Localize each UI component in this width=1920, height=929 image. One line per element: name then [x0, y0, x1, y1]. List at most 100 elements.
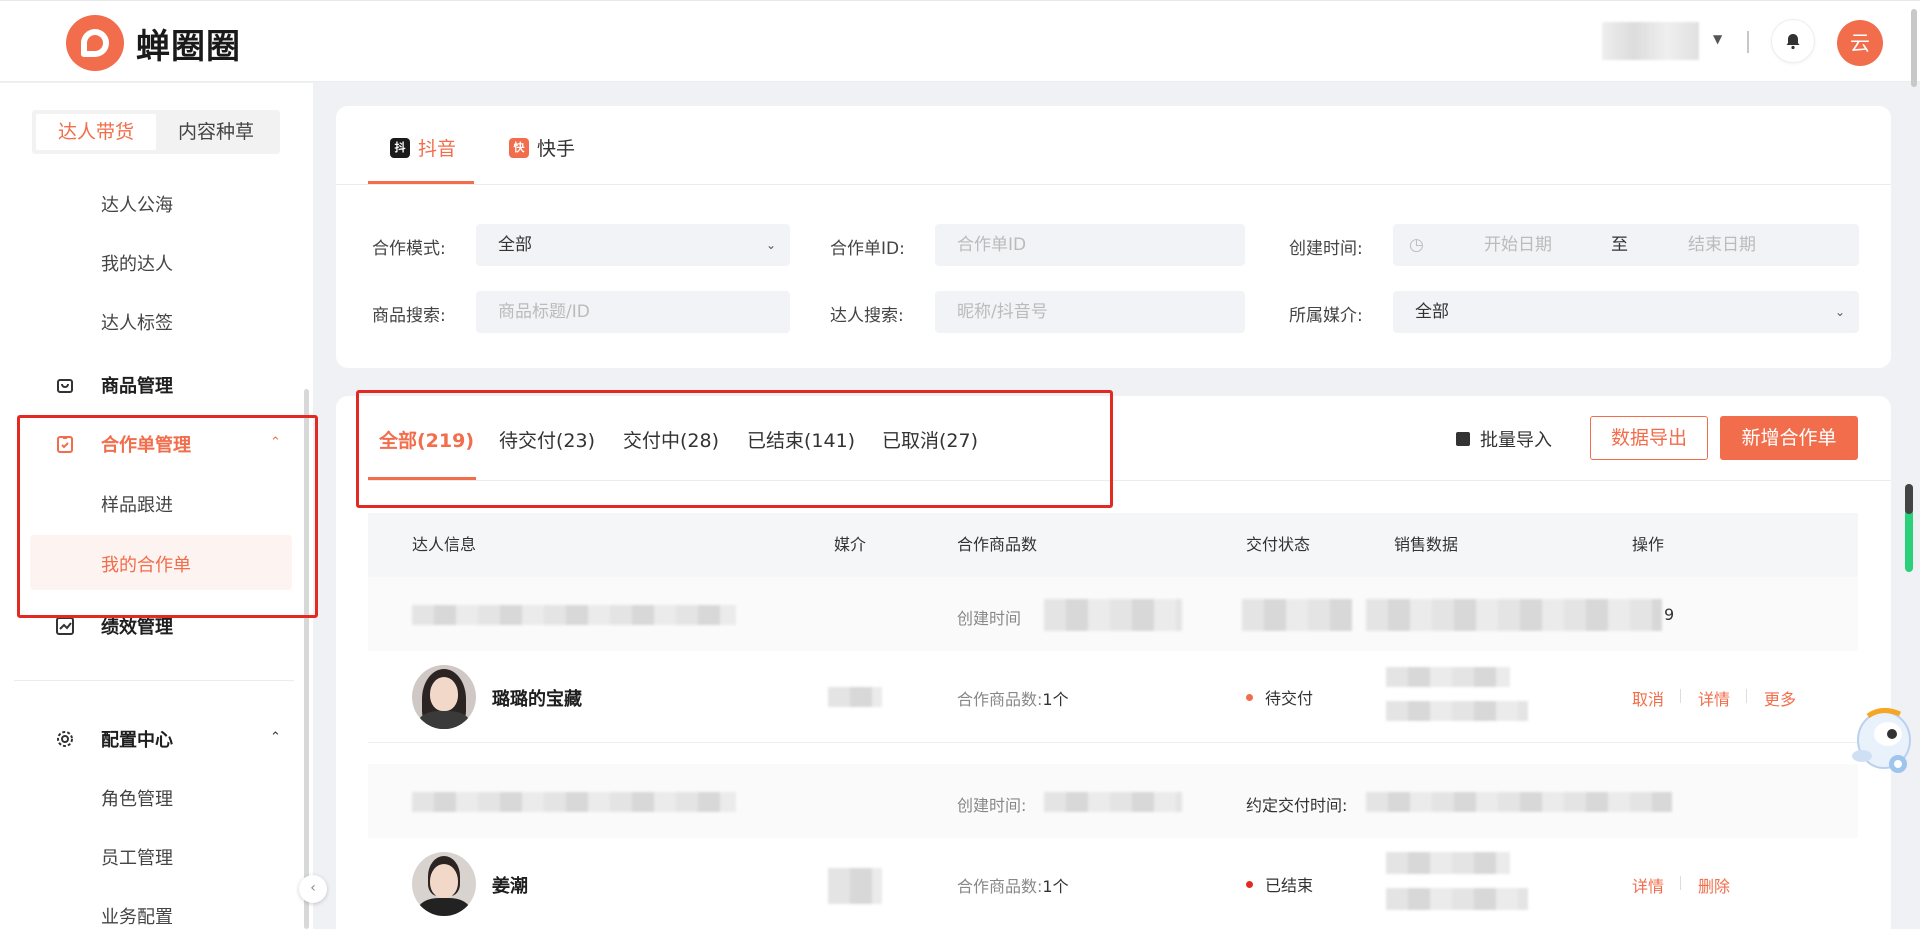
table-header: 达人信息 媒介 合作商品数 交付状态 销售数据 操作 — [368, 513, 1858, 577]
sales-blurred — [1386, 667, 1510, 687]
user-avatar[interactable]: 云 — [1837, 20, 1883, 66]
bag-icon — [55, 375, 75, 395]
product-count-value: 1个 — [1042, 877, 1069, 896]
header-divider — [1747, 31, 1749, 53]
media-select[interactable]: 全部 ⌄ — [1393, 291, 1859, 333]
detail-link[interactable]: 详情 — [1632, 873, 1664, 897]
segment-talent-sales[interactable]: 达人带货 — [36, 114, 156, 150]
product-search-label: 商品搜索: — [372, 306, 446, 326]
status-badge: 待交付 — [1246, 685, 1313, 709]
product-search-input[interactable]: 商品标题/ID — [476, 291, 790, 333]
sidebar-divider — [14, 680, 294, 681]
media-blurred — [828, 687, 882, 707]
order-group-header: 创建时间 9 — [368, 577, 1858, 651]
notification-bell-icon[interactable] — [1771, 19, 1815, 63]
action-separator — [1746, 689, 1747, 703]
sidebar-item-staff[interactable]: 员工管理 — [101, 844, 173, 870]
assistant-mascot-icon[interactable] — [1848, 706, 1916, 784]
user-name-blurred[interactable] — [1602, 22, 1699, 60]
media-value: 全部 — [1415, 302, 1449, 322]
media-label: 所属媒介: — [1289, 306, 1363, 326]
chevron-down-icon: ⌄ — [765, 238, 776, 252]
cancel-link[interactable]: 取消 — [1632, 686, 1664, 710]
deadline-label: 约定交付时间: — [1246, 796, 1348, 815]
delete-link[interactable]: 删除 — [1698, 873, 1730, 897]
action-separator — [1680, 876, 1681, 890]
page-scrollbar[interactable] — [1911, 9, 1917, 87]
deadline-value-blurred — [1366, 599, 1662, 631]
date-range-picker[interactable]: ◷ 开始日期 至 结束日期 — [1393, 224, 1859, 266]
deadline-value-blurred — [1366, 792, 1672, 812]
mode-segment: 达人带货 内容种草 — [32, 110, 280, 154]
tab-douyin[interactable]: 抖 抖音 — [390, 134, 456, 161]
talent-search-input[interactable]: 昵称/抖音号 — [935, 291, 1245, 333]
sidebar-item-talent-tags[interactable]: 达人标签 — [101, 309, 173, 335]
caret-down-icon[interactable]: ▼ — [1713, 32, 1722, 46]
sidebar-item-roles[interactable]: 角色管理 — [101, 785, 173, 811]
action-separator — [1680, 689, 1681, 703]
sidebar-item-my-talents[interactable]: 我的达人 — [101, 250, 173, 276]
gear-icon — [55, 729, 75, 749]
sidebar-group-config[interactable]: 配置中心 — [55, 726, 173, 752]
talent-name[interactable]: 姜潮 — [492, 872, 528, 898]
product-count: 合作商品数:1个 — [957, 873, 1069, 897]
sidebar-item-business-config[interactable]: 业务配置 — [101, 903, 173, 929]
segment-content-seeding[interactable]: 内容种草 — [156, 114, 276, 150]
talent-name[interactable]: 璐璐的宝藏 — [492, 685, 582, 711]
product-placeholder: 商品标题/ID — [498, 302, 590, 322]
chevron-up-icon[interactable]: ⌃ — [270, 730, 281, 745]
order-id-label: 合作单ID: — [830, 239, 905, 259]
table-row[interactable]: 姜潮 合作商品数:1个 已结束 详情 删除 — [368, 838, 1858, 929]
col-talent-info: 达人信息 — [412, 535, 477, 554]
mode-select[interactable]: 全部 ⌄ — [476, 224, 790, 266]
highlight-box-sidebar — [17, 415, 318, 618]
product-count-label: 合作商品数: — [957, 690, 1043, 709]
sidebar-group-label: 商品管理 — [101, 376, 173, 397]
order-id-blurred — [412, 792, 736, 812]
talent-placeholder: 昵称/抖音号 — [957, 302, 1048, 322]
talent-avatar[interactable] — [412, 852, 476, 916]
batch-import-label: 批量导入 — [1480, 430, 1552, 451]
product-count-value: 1个 — [1042, 690, 1069, 709]
export-data-button[interactable]: 数据导出 — [1590, 416, 1708, 460]
order-id-input[interactable]: 合作单ID — [935, 224, 1245, 266]
sidebar-item-talent-pool[interactable]: 达人公海 — [101, 191, 173, 217]
sales-blurred — [1386, 701, 1528, 721]
col-media: 媒介 — [834, 535, 867, 554]
mode-label: 合作模式: — [372, 239, 446, 259]
status-badge: 已结束 — [1246, 872, 1313, 896]
col-actions: 操作 — [1632, 535, 1665, 554]
more-link[interactable]: 更多 — [1764, 686, 1796, 710]
tab-kuaishou[interactable]: 快 快手 — [509, 134, 575, 161]
trailing-digit: 9 — [1664, 605, 1675, 624]
created-time-label: 创建时间: — [957, 796, 1027, 815]
logo-icon — [66, 15, 124, 71]
mode-value: 全部 — [498, 235, 532, 255]
divider — [336, 184, 1891, 185]
highlight-box-status-tabs — [356, 390, 1113, 508]
status-text: 待交付 — [1265, 689, 1314, 708]
col-delivery-status: 交付状态 — [1246, 535, 1311, 554]
app-logo[interactable]: 蝉圈圈 — [66, 15, 241, 71]
sales-blurred — [1386, 888, 1528, 910]
end-date-input[interactable]: 结束日期 — [1688, 224, 1756, 266]
detail-link[interactable]: 详情 — [1698, 686, 1730, 710]
sidebar-group-products[interactable]: 商品管理 — [55, 372, 173, 398]
talent-avatar[interactable] — [412, 665, 476, 729]
table-row[interactable]: 璐璐的宝藏 合作商品数:1个 待交付 取消 详情 更多 — [368, 651, 1858, 743]
kuaishou-icon: 快 — [509, 137, 529, 158]
deadline-blurred — [1242, 599, 1352, 631]
talent-search-label: 达人搜索: — [830, 306, 904, 326]
created-time-label: 创建时间 — [957, 609, 1022, 628]
created-time-blurred — [1044, 599, 1182, 631]
order-id-placeholder: 合作单ID — [957, 235, 1027, 255]
chart-icon — [55, 616, 75, 636]
status-text: 已结束 — [1265, 876, 1314, 895]
top-header: 蝉圈圈 ▼ 云 — [0, 0, 1920, 87]
content-scrollbar-thumb[interactable] — [1905, 484, 1913, 514]
start-date-input[interactable]: 开始日期 — [1484, 224, 1552, 266]
batch-import-button[interactable]: 批量导入 — [1456, 426, 1552, 452]
new-order-button[interactable]: 新增合作单 — [1720, 416, 1858, 460]
filter-card: 抖 抖音 快 快手 合作模式: 全部 ⌄ 合作单ID: 合作单ID 创建时间: … — [336, 106, 1891, 368]
collapse-sidebar-icon[interactable]: ‹ — [299, 875, 327, 903]
